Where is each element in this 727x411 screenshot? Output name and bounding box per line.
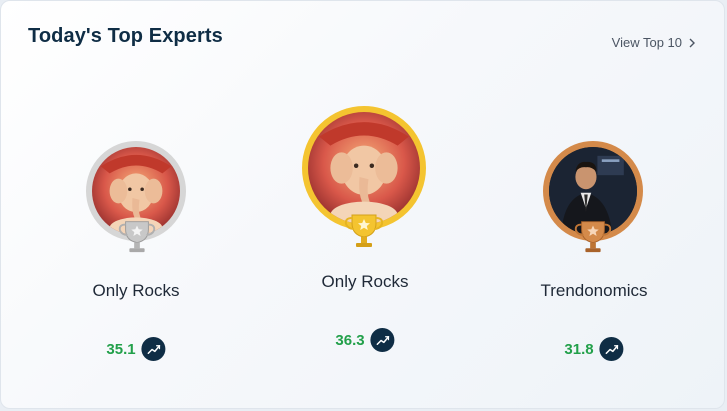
expert-score-row: 36.3 [335,328,395,352]
expert-name[interactable]: Trendonomics [540,281,647,301]
trending-up-icon [147,344,160,354]
expert-name[interactable]: Only Rocks [93,281,180,301]
top-experts-card: Today's Top Experts View Top 10 Only Roc… [0,0,725,409]
silver-trophy-icon [118,221,156,253]
trend-chart-button[interactable] [141,337,166,361]
expert-name[interactable]: Only Rocks [322,272,409,292]
trending-up-icon [605,344,618,354]
expert-score: 31.8 [564,340,594,358]
expert-score: 35.1 [106,340,136,358]
trend-chart-button[interactable] [370,328,395,352]
chevron-right-icon [689,38,695,47]
expert-score-row: 35.1 [106,337,166,361]
card-title: Today's Top Experts [28,25,223,47]
expert-score: 36.3 [335,331,365,349]
trending-up-icon [376,335,389,345]
expert-score-row: 31.8 [564,337,624,361]
bronze-trophy-icon [574,221,612,253]
view-top-10-link[interactable]: View Top 10 [612,35,696,50]
trend-chart-button[interactable] [599,337,624,361]
gold-trophy-icon [344,214,384,247]
view-top-10-label: View Top 10 [611,35,682,50]
